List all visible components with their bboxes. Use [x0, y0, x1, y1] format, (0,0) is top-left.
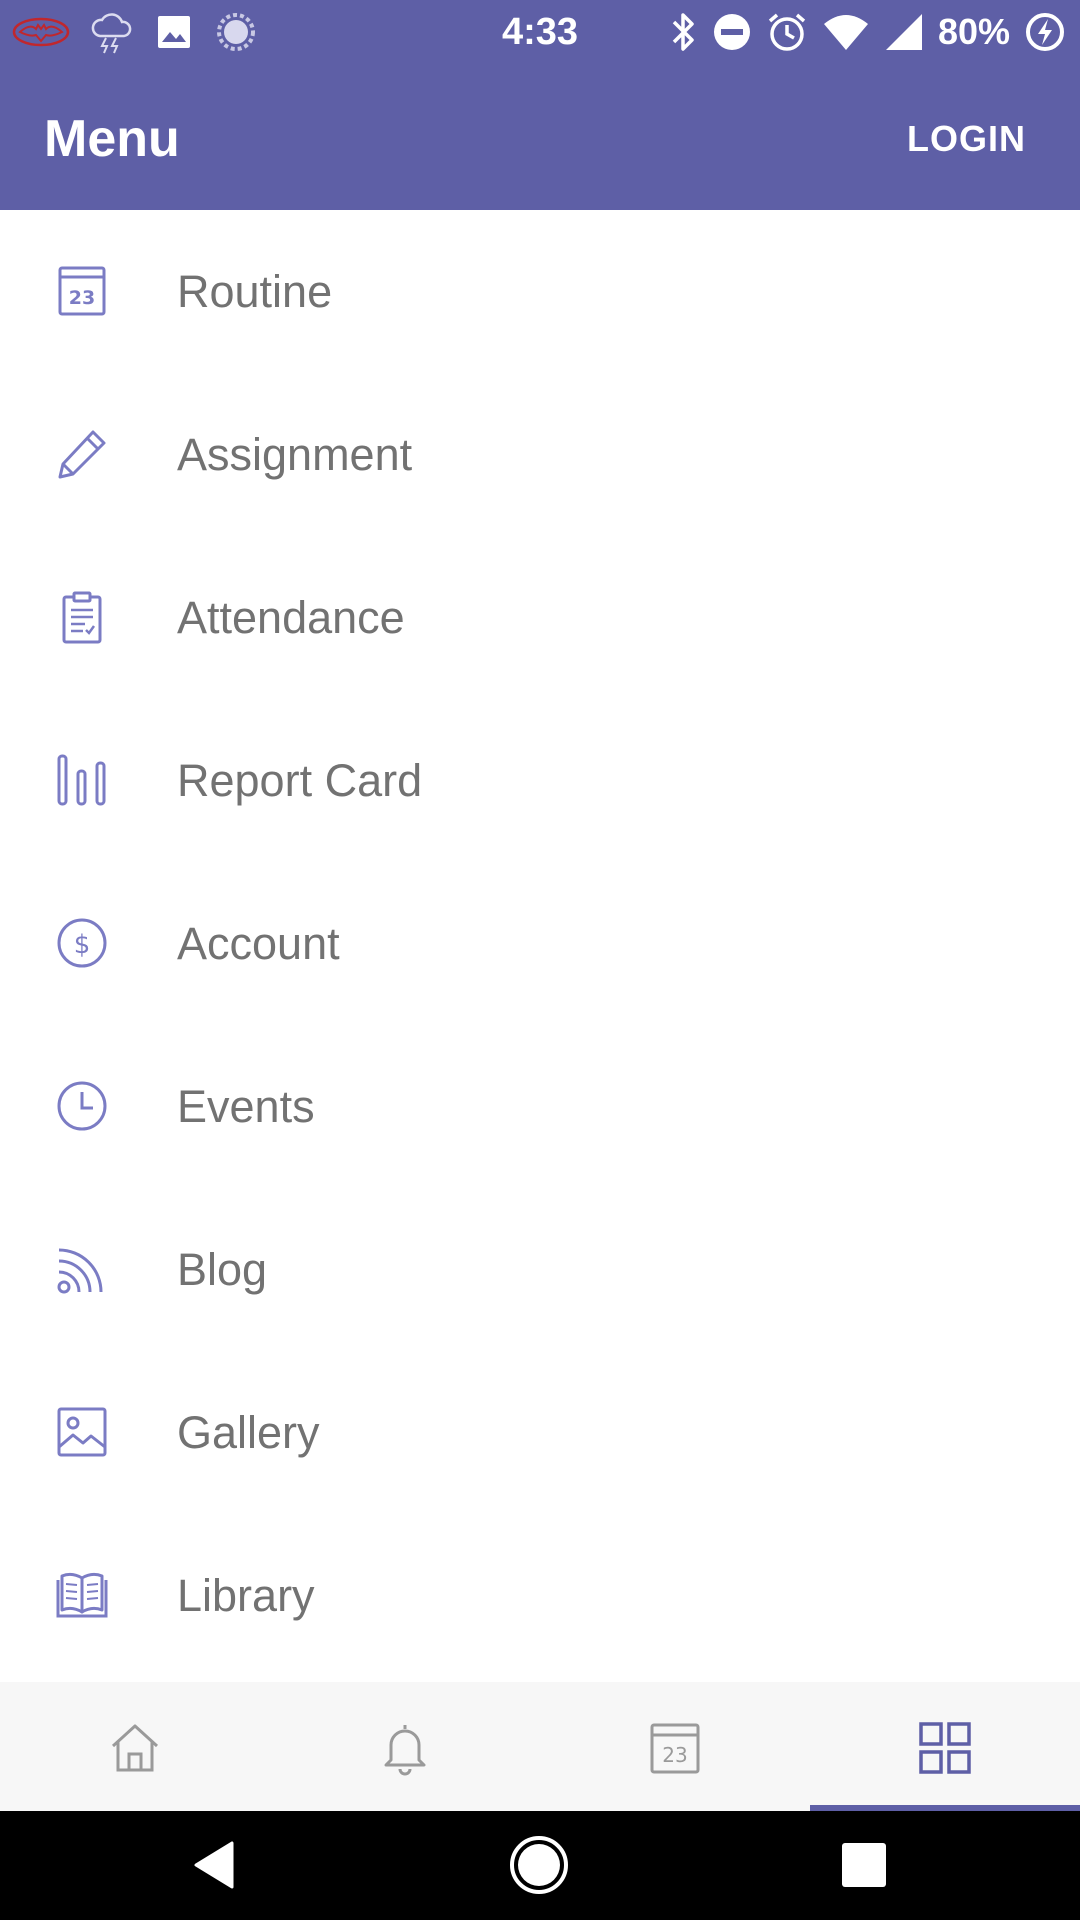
nav-notifications[interactable] [270, 1682, 540, 1811]
battery-percent: 80% [937, 11, 1010, 52]
clipboard-icon [55, 590, 109, 644]
status-right-icons: 80% [668, 8, 1066, 56]
clock-icon [55, 1079, 109, 1133]
dollar-circle-icon: $ [55, 916, 109, 970]
nav-calendar[interactable]: 23 [540, 1682, 810, 1811]
menu-item-label: Events [177, 1080, 315, 1132]
app-bar: Menu LOGIN [0, 64, 1080, 210]
nav-home[interactable] [0, 1682, 270, 1811]
calendar-23-icon: 23 [650, 1723, 700, 1774]
home-circle-icon [510, 1836, 568, 1894]
dnd-icon [713, 14, 750, 50]
menu-item-assignment[interactable]: Assignment [0, 373, 1080, 536]
signal-icon [885, 14, 922, 50]
menu-item-gallery[interactable]: Gallery [0, 1351, 1080, 1514]
menu-item-events[interactable]: Events [0, 1025, 1080, 1188]
bell-icon [384, 1725, 426, 1776]
page-title: Menu [44, 110, 180, 168]
menu-item-label: Assignment [177, 428, 413, 480]
nav-calendar-day: 23 [662, 1743, 687, 1767]
menu-item-label: Attendance [177, 591, 405, 643]
bluetooth-icon [672, 13, 694, 51]
login-button[interactable]: LOGIN [907, 64, 1026, 210]
home-button[interactable] [479, 1811, 599, 1920]
menu-item-blog[interactable]: Blog [0, 1188, 1080, 1351]
nav-menu[interactable] [810, 1682, 1080, 1811]
battery-charging-icon [1026, 13, 1064, 51]
menu-item-attendance[interactable]: Attendance [0, 536, 1080, 699]
home-icon [111, 1724, 159, 1772]
rss-icon [55, 1242, 109, 1296]
alarm-icon [768, 13, 806, 51]
menu-item-label: Gallery [177, 1406, 320, 1458]
menu-item-label: Blog [177, 1243, 268, 1295]
book-icon [55, 1568, 109, 1622]
wifi-icon [823, 15, 868, 50]
menu-list: 23 Routine Assignment Attendance Report … [0, 210, 1080, 1682]
recents-icon [842, 1843, 886, 1887]
menu-item-label: Report Card [177, 754, 423, 806]
menu-item-report-card[interactable]: Report Card [0, 699, 1080, 862]
menu-item-label: Library [177, 1569, 315, 1621]
back-icon [194, 1841, 234, 1889]
calendar-23-icon: 23 [55, 264, 109, 318]
menu-item-account[interactable]: $ Account [0, 862, 1080, 1025]
back-button[interactable] [156, 1811, 276, 1920]
system-nav-bar [0, 1811, 1080, 1920]
menu-item-label: Account [177, 917, 340, 969]
bottom-nav: 23 [0, 1682, 1080, 1811]
menu-item-routine[interactable]: 23 Routine [0, 210, 1080, 373]
grid-icon [919, 1722, 971, 1774]
pencil-icon [55, 427, 109, 481]
calendar-day-text: 23 [69, 287, 95, 309]
status-bar: 4:33 80% [0, 0, 1080, 64]
menu-item-library[interactable]: Library [0, 1514, 1080, 1677]
image-icon [55, 1405, 109, 1459]
recents-button[interactable] [804, 1811, 924, 1920]
menu-item-label: Routine [177, 265, 333, 317]
bar-chart-icon [55, 753, 109, 807]
svg-text:$: $ [74, 930, 91, 960]
